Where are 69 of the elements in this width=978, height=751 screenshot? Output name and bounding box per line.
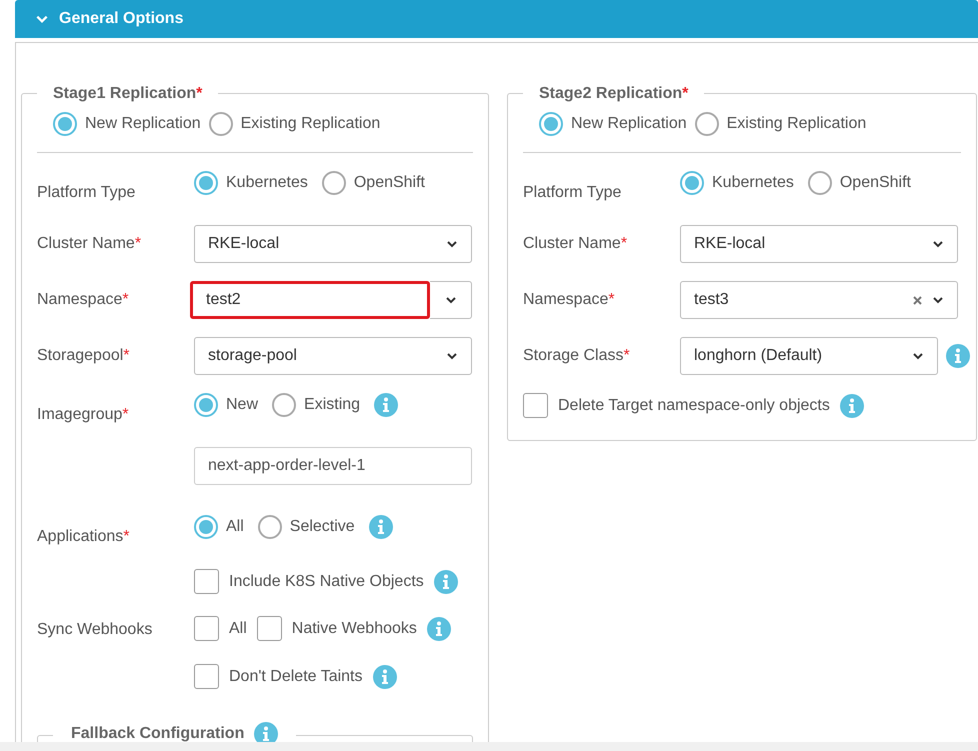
subsection-title: Fallback Configuration — [71, 724, 244, 744]
option-label: All — [229, 618, 247, 638]
option-label: Kubernetes — [712, 173, 794, 193]
dropdown[interactable]: test2 — [190, 281, 430, 319]
radio-button[interactable] — [194, 515, 218, 539]
option-label: New — [226, 395, 258, 415]
field-label: Imagegroup* — [37, 406, 129, 423]
radio-button[interactable] — [194, 393, 218, 417]
dropdown-toggle[interactable] — [430, 281, 472, 319]
checkbox[interactable] — [256, 616, 282, 641]
option-label: All — [226, 517, 244, 537]
field-label: Platform Type — [37, 184, 136, 201]
radio-button[interactable] — [808, 171, 832, 195]
dropdown[interactable]: storage-pool — [194, 337, 472, 375]
option-label: OpenShift — [840, 173, 911, 193]
option-label: OpenShift — [354, 173, 425, 193]
checkbox[interactable] — [194, 664, 219, 689]
dropdown[interactable]: longhorn (Default) — [680, 337, 938, 375]
option-label: Native Webhooks — [292, 618, 417, 638]
info-icon[interactable] — [946, 344, 970, 368]
field-label: Platform Type — [523, 184, 622, 201]
info-icon[interactable] — [840, 394, 864, 418]
section-title: General Options — [59, 9, 184, 29]
radio-button[interactable] — [194, 171, 218, 195]
field-label: Applications* — [37, 528, 130, 545]
dropdown-value: test3 — [694, 290, 730, 310]
option-label: Don't Delete Taints — [229, 666, 362, 686]
clear-icon[interactable] — [913, 296, 922, 304]
option-label: New Replication — [85, 114, 201, 134]
option-label: Existing — [304, 395, 360, 415]
info-icon[interactable] — [368, 515, 393, 539]
info-icon[interactable] — [374, 393, 398, 417]
checkbox[interactable] — [523, 393, 548, 418]
field-label: Namespace* — [523, 291, 615, 308]
dropdown-value: storage-pool — [208, 346, 298, 366]
field-label: Namespace* — [37, 291, 129, 308]
dropdown[interactable]: test3 — [680, 281, 958, 319]
radio-button[interactable] — [539, 112, 563, 136]
option-label: Kubernetes — [226, 173, 308, 193]
dropdown[interactable]: RKE-local — [680, 225, 958, 263]
radio-button[interactable] — [322, 171, 346, 195]
info-icon[interactable] — [434, 570, 458, 594]
radio-button[interactable] — [258, 515, 282, 539]
dropdown-value: RKE-local — [208, 234, 280, 254]
dropdown-value: longhorn (Default) — [694, 346, 824, 366]
option-label: Selective — [290, 517, 355, 537]
checkbox[interactable] — [194, 569, 219, 594]
field-label: Storagepool* — [37, 347, 130, 364]
field-label: Cluster Name* — [37, 235, 142, 252]
field-label: Cluster Name* — [523, 235, 628, 252]
option-label: New Replication — [571, 114, 687, 134]
dropdown[interactable]: RKE-local — [194, 225, 472, 263]
dropdown-value: test2 — [206, 290, 242, 310]
option-label: Existing Replication — [240, 114, 380, 134]
info-icon[interactable] — [372, 664, 396, 688]
option-label: Include K8S Native Objects — [229, 572, 424, 592]
option-label: Existing Replication — [726, 114, 866, 134]
radio-button[interactable] — [680, 171, 704, 195]
radio-button[interactable] — [694, 112, 719, 136]
option-label: Delete Target namespace-only objects — [558, 396, 830, 416]
radio-button[interactable] — [272, 393, 296, 417]
field-label: Sync Webhooks — [37, 621, 152, 638]
radio-button[interactable] — [208, 112, 233, 136]
dropdown-value: RKE-local — [694, 234, 766, 254]
field-label: Storage Class* — [523, 347, 630, 364]
radio-button[interactable] — [53, 112, 77, 136]
checkbox[interactable] — [194, 616, 219, 641]
text-input[interactable]: next-app-order-level-1 — [194, 447, 472, 485]
info-icon[interactable] — [426, 616, 451, 640]
